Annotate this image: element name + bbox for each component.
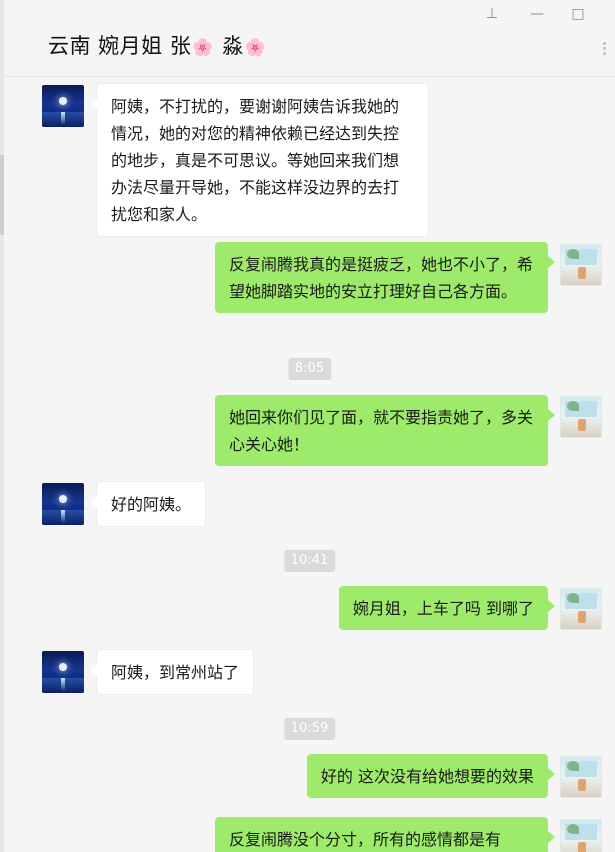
minimize-button[interactable]: — <box>527 6 547 22</box>
contact-avatar[interactable] <box>42 85 84 127</box>
chat-window: 云南 婉月姐 张🌸 淼🌸 ⊥ — □ 阿姨，不打扰的，要谢谢阿姨告诉我她的情况，… <box>0 0 615 852</box>
contact-avatar[interactable] <box>42 651 84 693</box>
message-bubble-incoming[interactable]: 阿姨，到常州站了 <box>89 649 255 695</box>
flower-emoji-icon: 🌸 <box>192 38 215 58</box>
more-icon[interactable] <box>603 42 615 56</box>
message-bubble-outgoing[interactable]: 好的 这次没有给她想要的效果 <box>306 754 556 798</box>
message-list[interactable]: 阿姨，不打扰的，要谢谢阿姨告诉我她的情况，她的对您的精神依赖已经达到失控的地步，… <box>4 77 615 852</box>
my-avatar[interactable] <box>560 819 602 852</box>
message-bubble-incoming[interactable]: 阿姨，不打扰的，要谢谢阿姨告诉我她的情况，她的对您的精神依赖已经达到失控的地步，… <box>90 83 429 237</box>
chat-title-text: 云南 婉月姐 张 <box>48 34 192 58</box>
maximize-button[interactable]: □ <box>568 6 588 22</box>
my-avatar[interactable] <box>560 756 602 798</box>
message-bubble-outgoing[interactable]: 反复闹腾没个分寸，所有的感情都是有 <box>215 817 555 852</box>
chat-header: 云南 婉月姐 张🌸 淼🌸 ⊥ — □ <box>4 0 615 77</box>
chat-title-suffix: 淼 <box>215 34 244 58</box>
contact-avatar[interactable] <box>42 483 84 525</box>
timestamp: 10:41 <box>283 550 336 572</box>
timestamp: 8:05 <box>287 358 332 380</box>
pin-icon[interactable]: ⊥ <box>482 6 502 22</box>
message-bubble-outgoing[interactable]: 婉月姐，上车了吗 到哪了 <box>338 586 556 630</box>
flower-emoji-icon: 🌸 <box>244 38 267 58</box>
timestamp: 10:59 <box>283 718 336 740</box>
message-bubble-incoming[interactable]: 好的阿姨。 <box>89 481 207 527</box>
my-avatar[interactable] <box>560 396 602 438</box>
chat-title: 云南 婉月姐 张🌸 淼🌸 <box>48 30 267 60</box>
message-bubble-outgoing[interactable]: 她回来你们见了面，就不要指责她了，多关心关心她！ <box>215 395 555 466</box>
message-bubble-outgoing[interactable]: 反复闹腾我真的是挺疲乏，她也不小了，希望她脚踏实地的安立打理好自己各方面。 <box>215 242 555 313</box>
my-avatar[interactable] <box>560 588 602 630</box>
my-avatar[interactable] <box>560 244 602 286</box>
